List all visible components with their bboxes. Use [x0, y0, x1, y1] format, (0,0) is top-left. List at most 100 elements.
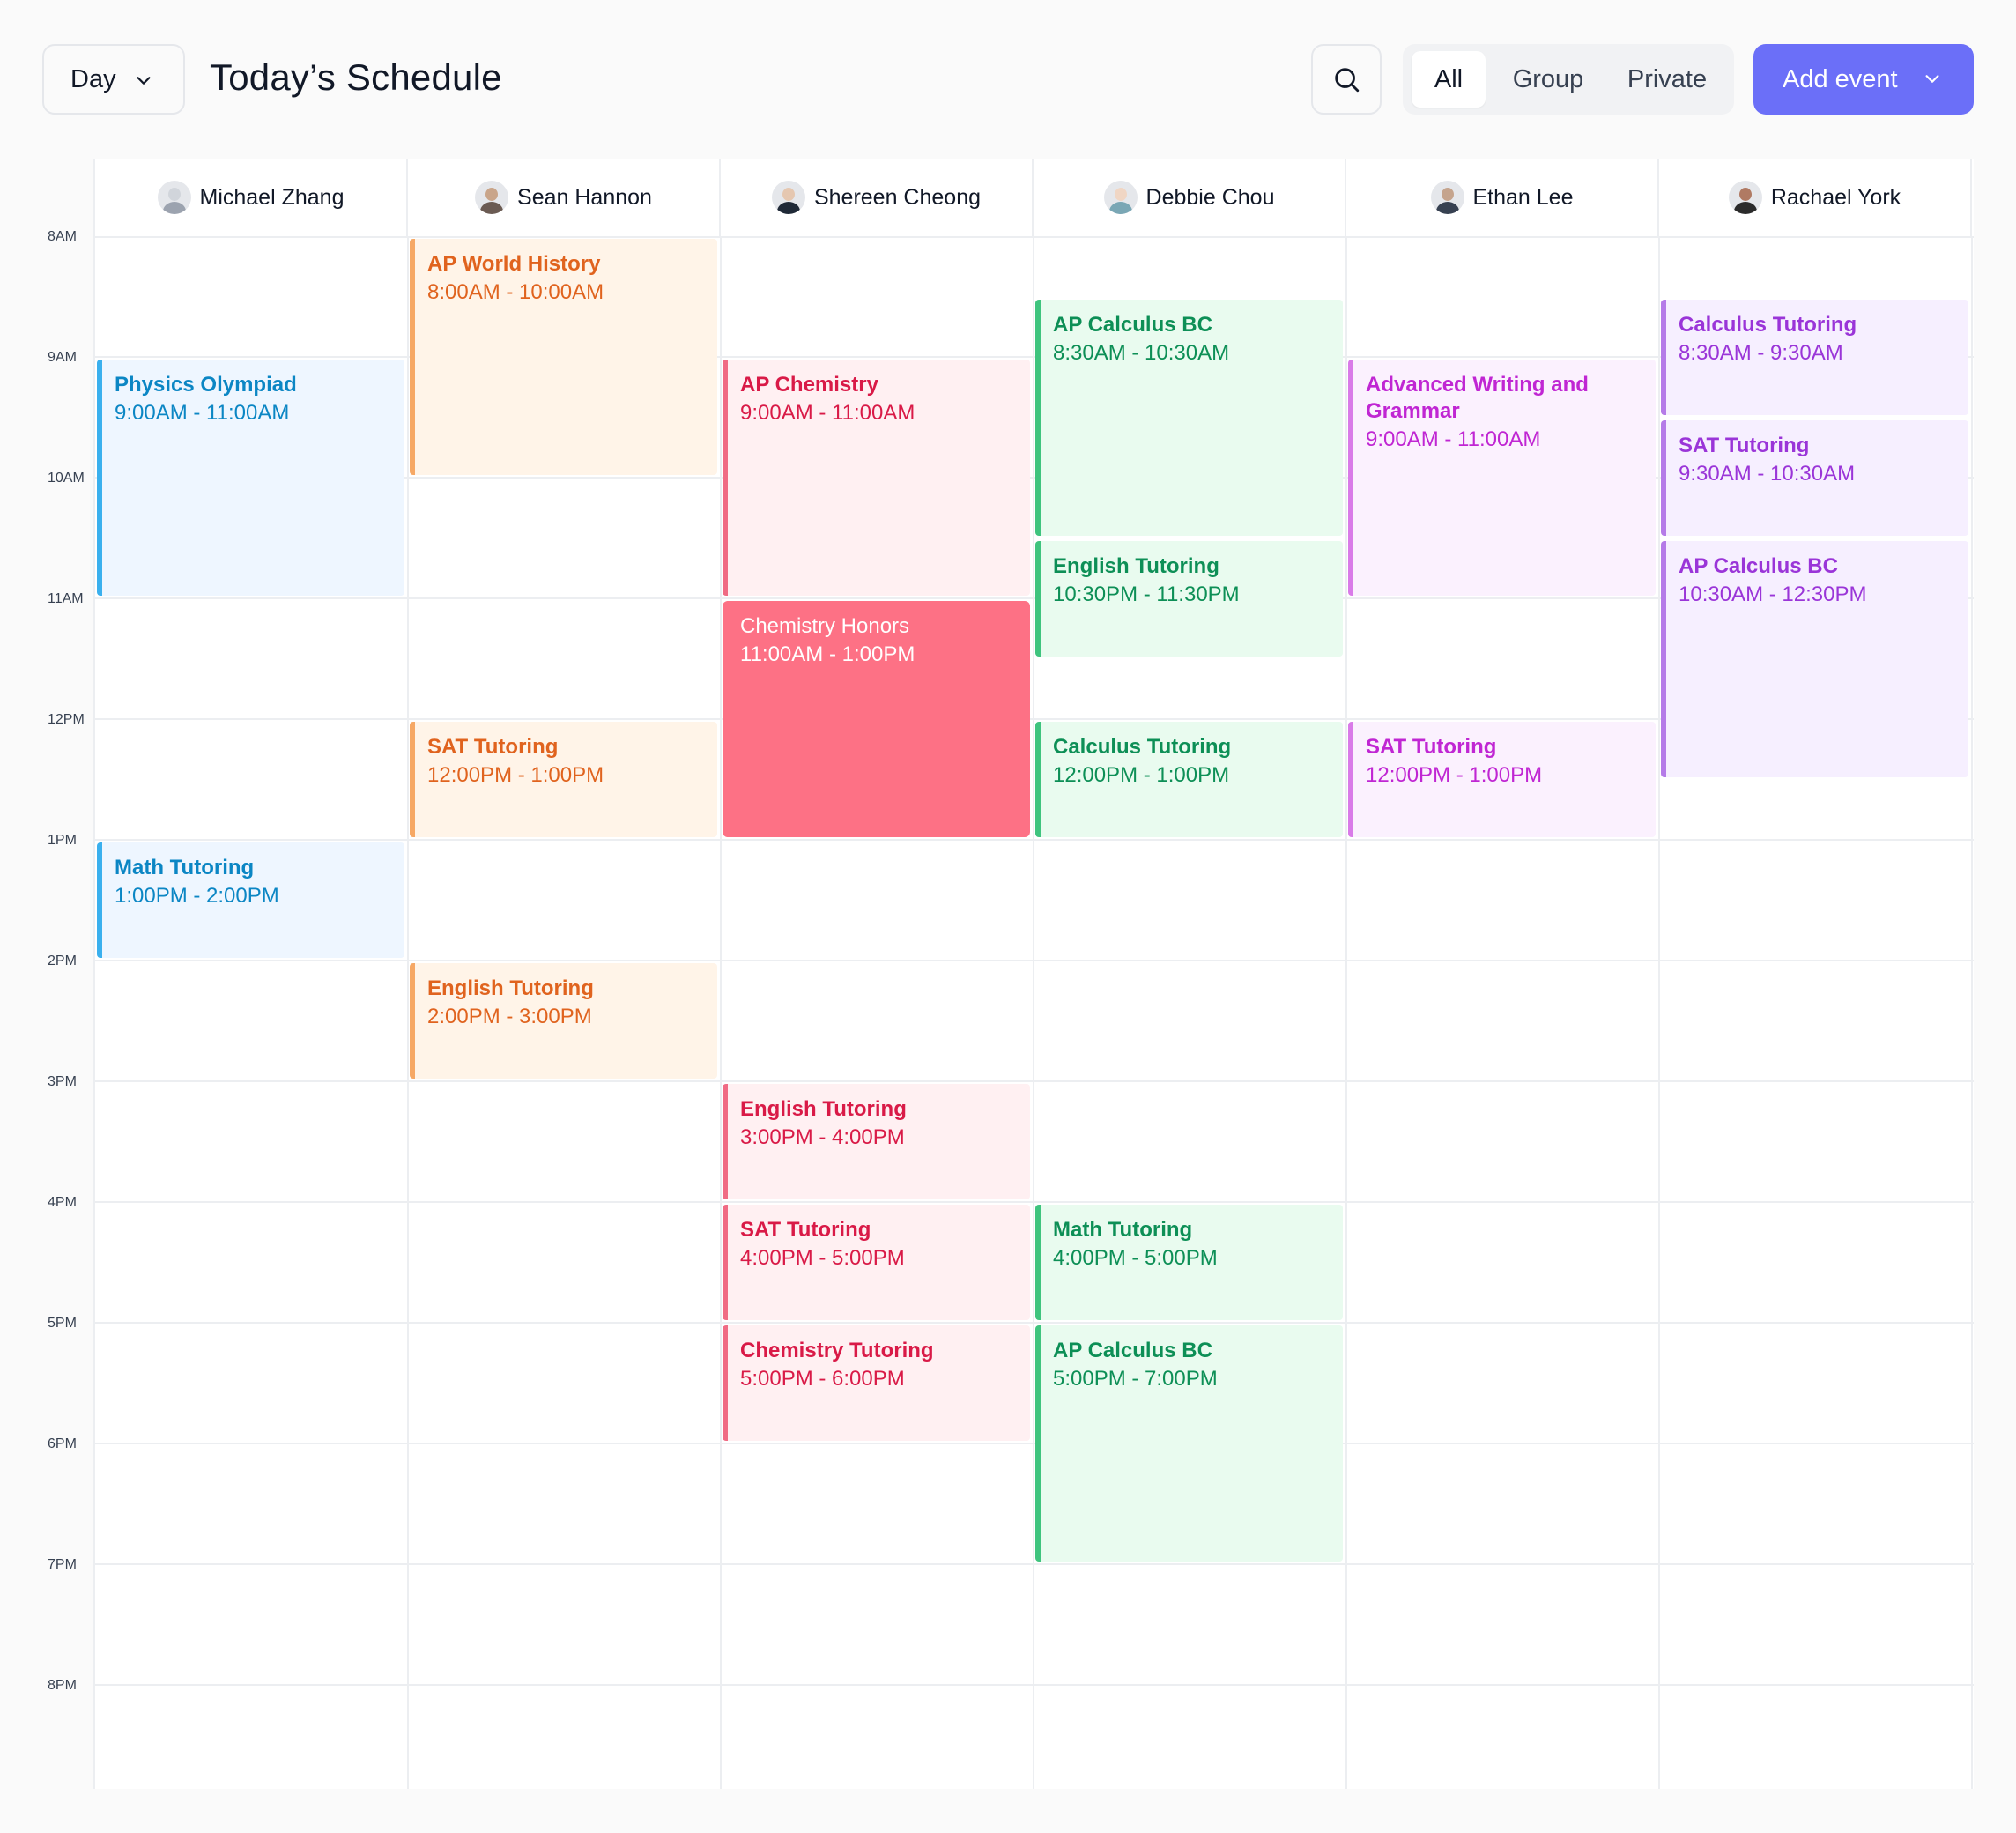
event-time: 9:30AM - 10:30AM — [1679, 461, 1856, 486]
event-time: 9:00AM - 11:00AM — [740, 401, 915, 425]
event-time: 9:00AM - 11:00AM — [1366, 427, 1541, 451]
chevron-down-icon — [1925, 75, 1939, 83]
event-time: 5:00PM - 6:00PM — [740, 1367, 905, 1391]
event-title: English Tutoring — [740, 1097, 907, 1121]
event-sat-tutoring[interactable]: SAT Tutoring 12:00PM - 1:00PM — [1348, 722, 1656, 837]
column-divider — [1658, 236, 1660, 1789]
event-title: Advanced Writing and Grammar — [1366, 373, 1589, 423]
event-time: 9:00AM - 11:00AM — [115, 401, 290, 425]
event-title: SAT Tutoring — [1366, 735, 1497, 759]
time-gutter: 8AM 9AM 10AM 11AM 12PM 1PM 2PM 3PM 4PM 5PM 6PM 7PM 8… — [42, 159, 95, 1789]
event-sat-tutoring[interactable]: SAT Tutoring 9:30AM - 10:30AM — [1661, 419, 1968, 536]
staff-name: Sean Hannon — [517, 184, 652, 210]
avatar — [1103, 181, 1138, 214]
hour-gridline — [95, 1443, 1974, 1444]
filter-private[interactable]: Private — [1607, 51, 1727, 108]
avatar — [157, 181, 191, 214]
column-divider — [1033, 236, 1034, 1789]
event-title: Math Tutoring — [115, 856, 255, 879]
event-time: 12:00PM - 1:00PM — [1366, 763, 1543, 787]
event-time: 4:00PM - 5:00PM — [740, 1246, 905, 1270]
avatar — [771, 181, 805, 214]
filter-all[interactable]: All — [1412, 51, 1486, 108]
event-title: Chemistry Honors — [740, 614, 910, 638]
event-title: Chemistry Tutoring — [740, 1339, 934, 1362]
time-label: 1PM — [48, 833, 77, 848]
event-title: AP Calculus BC — [1679, 553, 1838, 578]
event-title: English Tutoring — [427, 976, 594, 1000]
event-time: 3:00PM - 4:00PM — [740, 1125, 905, 1149]
hour-gridline — [95, 1563, 1974, 1565]
hour-gridline — [95, 1684, 1974, 1686]
event-title: AP Calculus BC — [1053, 312, 1212, 337]
avatar — [1728, 181, 1762, 214]
event-ap-world-history[interactable]: AP World History 8:00AM - 10:00AM — [410, 239, 717, 475]
staff-header-shereen-cheong[interactable]: Shereen Cheong — [721, 159, 1034, 236]
staff-header-row: Michael Zhang Sean Hannon Shereen Cheong De… — [95, 159, 1974, 238]
add-event-button[interactable]: Add event — [1753, 44, 1974, 115]
filter-group[interactable]: Group — [1494, 51, 1602, 108]
event-time: 11:00AM - 1:00PM — [740, 642, 915, 666]
event-calculus-tutoring[interactable]: Calculus Tutoring 8:30AM - 9:30AM — [1661, 299, 1968, 415]
staff-name: Michael Zhang — [199, 184, 345, 210]
view-select-label: Day — [70, 64, 116, 93]
event-time: 8:00AM - 10:00AM — [427, 280, 604, 304]
search-button[interactable] — [1311, 44, 1382, 115]
event-time: 10:30AM - 12:30PM — [1679, 582, 1867, 606]
hour-gridline — [95, 960, 1974, 961]
staff-header-debbie-chou[interactable]: Debbie Chou — [1034, 159, 1346, 236]
event-time: 2:00PM - 3:00PM — [427, 1005, 592, 1028]
hour-gridline — [95, 1322, 1974, 1324]
column-divider — [720, 236, 722, 1789]
event-ap-calculus-bc[interactable]: AP Calculus BC 8:30AM - 10:30AM — [1035, 299, 1343, 536]
event-time: 10:30PM - 11:30PM — [1053, 582, 1240, 606]
hour-gridline — [95, 839, 1974, 841]
event-title: Calculus Tutoring — [1053, 735, 1232, 759]
time-label: 6PM — [48, 1436, 77, 1451]
staff-name: Ethan Lee — [1472, 184, 1574, 210]
time-label: 4PM — [48, 1195, 77, 1210]
time-label: 10AM — [48, 471, 85, 486]
event-ap-calculus-bc[interactable]: AP Calculus BC 10:30AM - 12:30PM — [1661, 540, 1968, 777]
staff-name: Shereen Cheong — [813, 184, 982, 210]
event-english-tutoring[interactable]: English Tutoring 3:00PM - 4:00PM — [723, 1084, 1030, 1199]
avatar — [475, 181, 509, 214]
page-title: Today’s Schedule — [210, 56, 502, 98]
event-calculus-tutoring[interactable]: Calculus Tutoring 12:00PM - 1:00PM — [1035, 722, 1343, 837]
event-physics-olympiad[interactable]: Physics Olympiad 9:00AM - 11:00AM — [97, 360, 404, 596]
time-label: 12PM — [48, 712, 85, 727]
time-label: 8PM — [48, 1678, 77, 1693]
event-ap-chemistry[interactable]: AP Chemistry 9:00AM - 11:00AM — [723, 360, 1030, 596]
event-title: SAT Tutoring — [740, 1218, 871, 1242]
column-divider — [1345, 236, 1347, 1789]
app-window: Day Today’s Schedule All Group Private A… — [0, 0, 2016, 1833]
staff-header-rachael-york[interactable]: Rachael York — [1659, 159, 1972, 236]
time-label: 3PM — [48, 1074, 77, 1089]
hour-gridline — [95, 1201, 1974, 1203]
event-sat-tutoring[interactable]: SAT Tutoring 4:00PM - 5:00PM — [723, 1205, 1030, 1320]
event-chemistry-honors[interactable]: Chemistry Honors 11:00AM - 1:00PM — [723, 601, 1030, 837]
time-label: 7PM — [48, 1557, 77, 1572]
column-divider — [1971, 236, 1973, 1789]
event-time: 8:30AM - 10:30AM — [1053, 340, 1230, 365]
event-title: AP Calculus BC — [1053, 1339, 1212, 1362]
view-select[interactable]: Day — [42, 44, 185, 115]
event-english-tutoring[interactable]: English Tutoring 10:30PM - 11:30PM — [1035, 540, 1343, 657]
event-title: SAT Tutoring — [1679, 433, 1810, 457]
event-math-tutoring[interactable]: Math Tutoring 1:00PM - 2:00PM — [97, 842, 404, 958]
event-advanced-writing-and-grammar[interactable]: Advanced Writing and Grammar 9:00AM - 11:… — [1348, 360, 1656, 596]
staff-name: Rachael York — [1770, 184, 1901, 210]
staff-header-ethan-lee[interactable]: Ethan Lee — [1346, 159, 1659, 236]
event-math-tutoring[interactable]: Math Tutoring 4:00PM - 5:00PM — [1035, 1205, 1343, 1320]
event-english-tutoring[interactable]: English Tutoring 2:00PM - 3:00PM — [410, 963, 717, 1079]
staff-header-sean-hannon[interactable]: Sean Hannon — [408, 159, 721, 236]
event-ap-calculus-bc[interactable]: AP Calculus BC 5:00PM - 7:00PM — [1035, 1325, 1343, 1562]
time-label: 8AM — [48, 229, 77, 244]
event-time: 4:00PM - 5:00PM — [1053, 1246, 1218, 1270]
event-chemistry-tutoring[interactable]: Chemistry Tutoring 5:00PM - 6:00PM — [723, 1325, 1030, 1441]
event-title: SAT Tutoring — [427, 735, 559, 759]
staff-header-michael-zhang[interactable]: Michael Zhang — [95, 159, 408, 236]
time-label: 5PM — [48, 1316, 77, 1331]
event-sat-tutoring[interactable]: SAT Tutoring 12:00PM - 1:00PM — [410, 722, 717, 837]
event-time: 12:00PM - 1:00PM — [1053, 763, 1230, 787]
